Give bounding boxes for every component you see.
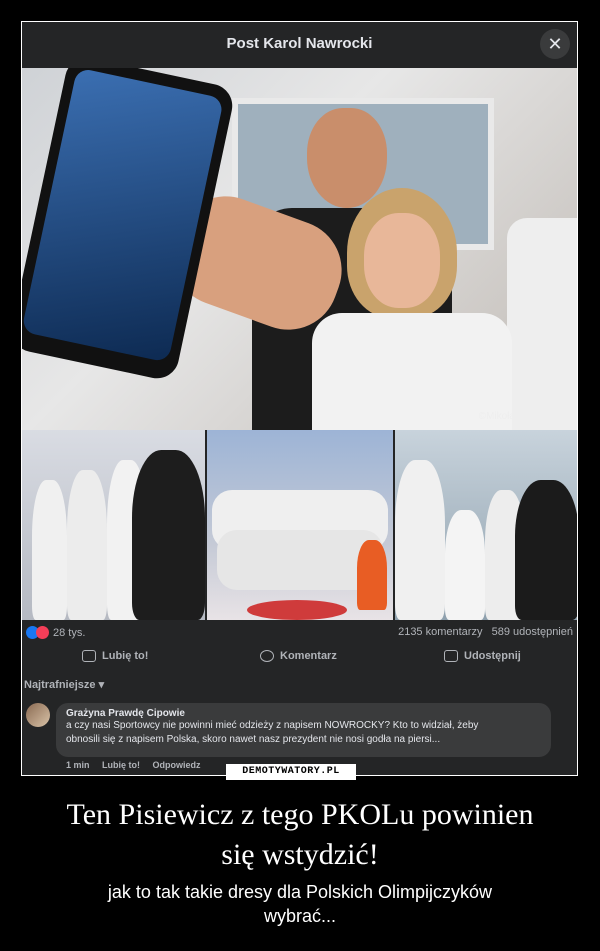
comment-label: Komentarz (280, 650, 337, 662)
reactions-count: 28 tys. (53, 626, 86, 639)
avatar[interactable] (26, 703, 50, 727)
post-title: Post Karol Nawrocki (226, 35, 373, 52)
photo-thumbnails (22, 430, 577, 620)
like-button[interactable]: Lubię to! (82, 650, 149, 663)
comment-author[interactable]: Grażyna Prawdę Cipowie (66, 708, 541, 719)
thumbs-up-icon (82, 650, 96, 663)
chevron-down-icon: ▾ (98, 679, 105, 691)
woman-figure (312, 188, 512, 430)
comments-count[interactable]: 2135 komentarzy (398, 626, 482, 638)
sort-label: Najtrafniejsze (24, 679, 96, 691)
caption-subtitle-line-1: jak to tak takie dresy dla Polskich Olim… (107, 882, 493, 902)
thumbnail-2[interactable] (207, 430, 393, 620)
share-button[interactable]: Udostępnij (444, 650, 521, 663)
main-photo[interactable]: ©Mikołaj Bujak/KPRP (22, 68, 577, 430)
post-stats: 28 tys. 2135 komentarzy 589 udostępnień (22, 620, 577, 644)
comments-shares: 2135 komentarzy 589 udostępnień (398, 626, 573, 638)
post-header: Post Karol Nawrocki ✕ (22, 22, 577, 69)
post-actions: Lubię to! Komentarz Udostępnij (22, 644, 577, 670)
facebook-post-frame: Post Karol Nawrocki ✕ ©Mikołaj Bujak/KPR… (21, 21, 578, 776)
comment-icon (260, 650, 274, 663)
caption-subtitle-line-2: wybrać... (263, 906, 337, 926)
share-icon (444, 650, 458, 663)
share-label: Udostępnij (464, 650, 521, 662)
caption-title-line-1: Ten Pisiewicz z tego PKOLu powinien (66, 798, 534, 831)
comment-bubble: Grażyna Prawdę Cipowie a czy nasi Sporto… (56, 703, 551, 757)
watermark: DEMOTYWATORY.PL (226, 764, 356, 780)
like-label: Lubię to! (102, 650, 149, 662)
phone-icon (22, 68, 237, 383)
comment-text-line-1: a czy nasi Sportowcy nie powinni mieć od… (66, 720, 479, 731)
caption-subtitle: jak to tak takie dresy dla Polskich Olim… (30, 880, 570, 928)
thumbnail-3[interactable] (395, 430, 577, 620)
comment-button[interactable]: Komentarz (260, 650, 337, 663)
close-icon[interactable]: ✕ (540, 29, 570, 59)
shares-count[interactable]: 589 udostępnień (492, 626, 573, 638)
comment-reply-link[interactable]: Odpowiedz (153, 760, 201, 770)
caption-title-line-2: się wstydzić! (221, 838, 379, 871)
comment-time: 1 min (66, 760, 90, 770)
caption-title: Ten Pisiewicz z tego PKOLu powinien się … (0, 795, 600, 875)
comment-sort-dropdown[interactable]: Najtrafniejsze ▾ (24, 678, 104, 691)
photo-credit: ©Mikołaj Bujak/KPRP (478, 411, 575, 422)
reactions[interactable]: 28 tys. (26, 626, 85, 639)
comment-footer: 1 min Lubię to! Odpowiedz (66, 760, 211, 770)
thumbnail-1[interactable] (22, 430, 205, 620)
athlete-figure-right (507, 218, 577, 430)
comment-like-link[interactable]: Lubię to! (102, 760, 140, 770)
love-reaction-icon (36, 626, 49, 639)
comment-text-line-2: obnosili się z napisem Polska, skoro naw… (66, 734, 441, 745)
